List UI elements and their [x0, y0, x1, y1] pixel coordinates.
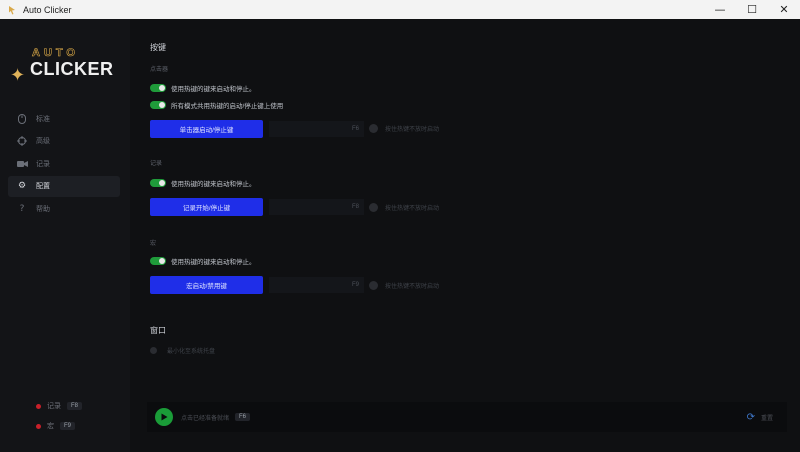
crosshair-icon [16, 135, 28, 147]
radio-indicator[interactable] [369, 203, 378, 212]
close-button[interactable]: ✕ [768, 0, 800, 19]
hotkey-key: F9 [60, 422, 76, 430]
sidebar-item-record[interactable]: 记录 [8, 153, 120, 174]
clicker-key-field[interactable]: F6 [269, 121, 364, 137]
mouse-icon [16, 113, 28, 125]
hotkey-label: 宏 [47, 423, 54, 430]
record-dot-icon [36, 403, 41, 409]
play-button[interactable] [155, 408, 173, 426]
logo-line-2: CLICKER [30, 59, 114, 79]
option-label: 按住热键不放时启动 [385, 206, 440, 212]
macro-hotkey-toggle-row[interactable]: 使用热键的键来启动和停止。 [150, 256, 256, 266]
reset-button[interactable]: ⟳ 重置 [747, 412, 773, 423]
sidebar-item-help[interactable]: ? 帮助 [8, 198, 120, 219]
sidebar-item-advanced[interactable]: 高级 [8, 131, 120, 152]
hotkey-macro: 宏 F9 [36, 420, 82, 432]
main-panel: 按键 点击器 使用热键的键来启动和停止。 所有模式共用热键的启动/停止键上使用 … [130, 19, 800, 452]
radio-indicator[interactable] [150, 347, 157, 354]
sidebar-item-label: 帮助 [36, 205, 50, 213]
toggle-label: 使用热键的键来启动和停止。 [171, 181, 256, 188]
window-controls: — ☐ ✕ [704, 0, 800, 19]
macro-hold-option[interactable]: 按住热键不放时启动 [369, 281, 439, 290]
window-title: Auto Clicker [23, 4, 72, 15]
toggle-switch[interactable] [150, 179, 166, 187]
group-label-clicker: 点击器 [150, 67, 169, 73]
app-logo: ✦ AUTO CLICKER [0, 25, 130, 113]
sparkle-icon: ✦ [10, 65, 26, 86]
gear-icon: ⚙ [17, 181, 27, 191]
option-label: 按住热键不放时启动 [385, 127, 440, 133]
clicker-hold-option[interactable]: 按住热键不放时启动 [369, 124, 439, 133]
refresh-icon: ⟳ [746, 411, 755, 423]
reset-label: 重置 [760, 415, 773, 422]
clicker-hotkey-toggle-row[interactable]: 使用热键的键来启动和停止。 [150, 83, 256, 93]
question-mark-icon: ? [19, 203, 25, 214]
toggle-label: 使用热键的键来启动和停止。 [171, 86, 256, 93]
toggle-switch[interactable] [150, 84, 166, 92]
sidebar-nav: 标准 高级 记录 ⚙ 配置 ? 帮助 [8, 108, 120, 221]
toggle-switch[interactable] [150, 101, 166, 109]
toggle-label: 所有模式共用热键的启动/停止键上使用 [171, 103, 284, 110]
app-icon [7, 5, 17, 15]
radio-indicator[interactable] [369, 281, 378, 290]
shared-hotkey-toggle-row[interactable]: 所有模式共用热键的启动/停止键上使用 [150, 100, 283, 110]
sidebar-item-label: 配置 [36, 183, 50, 190]
sidebar-item-label: 记录 [36, 160, 50, 168]
record-hold-option[interactable]: 按住热键不放时启动 [369, 203, 439, 212]
video-camera-icon [16, 158, 28, 170]
hotkey-key: F8 [67, 402, 83, 410]
record-start-stop-key-button[interactable]: 记录开始/停止键 [150, 198, 263, 216]
group-label-macro: 宏 [150, 241, 157, 247]
status-hotkey: F6 [235, 413, 251, 421]
macro-enable-disable-key-button[interactable]: 宏启动/禁用键 [150, 276, 263, 294]
sidebar-item-label: 标准 [36, 115, 50, 123]
sidebar: ✦ AUTO CLICKER 标准 高级 记录 ⚙ 配置 ? 帮助 记录 F8 … [0, 19, 130, 452]
record-hotkey-toggle-row[interactable]: 使用热键的键来启动和停止。 [150, 178, 256, 188]
minimize-to-tray-option[interactable]: 最小化至系统托盘 [150, 346, 215, 355]
status-text: 点击已经准备就绪 [181, 415, 230, 422]
radio-indicator[interactable] [369, 124, 378, 133]
record-key-field[interactable]: F8 [269, 199, 364, 215]
group-label-record: 记录 [150, 161, 163, 167]
option-label: 按住热键不放时启动 [385, 284, 440, 290]
logo-line-1: AUTO [32, 47, 79, 60]
record-dot-icon [36, 423, 41, 429]
hotkey-record: 记录 F8 [36, 400, 83, 412]
sidebar-item-label: 高级 [36, 138, 50, 145]
minimize-button[interactable]: — [704, 0, 736, 19]
status-footer: 点击已经准备就绪 F6 ⟳ 重置 [147, 402, 787, 432]
title-bar: Auto Clicker — ☐ ✕ [0, 0, 800, 19]
section-title-keys: 按键 [150, 43, 166, 52]
hotkey-label: 记录 [47, 403, 61, 410]
macro-key-field[interactable]: F9 [269, 277, 364, 293]
sidebar-hotkeys: 记录 F8 宏 F9 [36, 400, 83, 440]
option-label: 最小化至系统托盘 [167, 349, 216, 355]
clicker-start-stop-key-button[interactable]: 单击器启动/停止键 [150, 120, 263, 138]
maximize-button[interactable]: ☐ [736, 0, 768, 19]
section-title-window: 窗口 [150, 326, 166, 335]
app-window: Auto Clicker — ☐ ✕ ✦ AUTO CLICKER 标准 高级 … [0, 0, 800, 452]
sidebar-item-standard[interactable]: 标准 [8, 108, 120, 129]
toggle-switch[interactable] [150, 257, 166, 265]
toggle-label: 使用热键的键来启动和停止。 [171, 259, 256, 266]
sidebar-item-settings[interactable]: ⚙ 配置 [8, 175, 120, 197]
